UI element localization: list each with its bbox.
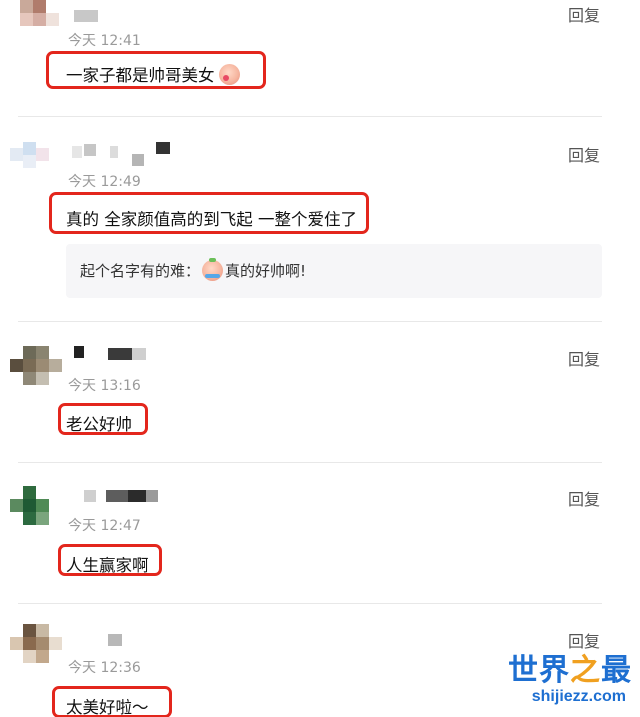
comment-text-content: 真的 全家颜值高的到飞起 一整个爱住了 bbox=[66, 210, 357, 229]
divider bbox=[18, 603, 602, 604]
divider bbox=[18, 321, 602, 322]
watermark-title-c: 最 bbox=[601, 654, 632, 687]
comment-text-content: 太美好啦～ bbox=[66, 698, 149, 717]
sub-reply[interactable]: 起个名字有的难： 真的好帅啊! bbox=[66, 244, 602, 298]
avatar[interactable] bbox=[10, 346, 62, 388]
watermark-title-b: 之 bbox=[570, 654, 601, 687]
blush-face-emoji-icon bbox=[218, 63, 240, 85]
sub-reply-prefix: 起个名字有的难： bbox=[80, 262, 201, 280]
username[interactable] bbox=[72, 484, 182, 504]
comment-text: 一家子都是帅哥美女 bbox=[66, 62, 242, 86]
username[interactable] bbox=[72, 628, 182, 648]
avatar[interactable] bbox=[10, 0, 62, 42]
avatar[interactable] bbox=[10, 624, 62, 666]
comment-text: 老公好帅 bbox=[66, 411, 132, 435]
watermark-title: 世界之最 bbox=[508, 654, 632, 688]
sub-reply-text: 起个名字有的难： 真的好帅啊! bbox=[80, 258, 307, 281]
reply-button[interactable]: 回复 bbox=[568, 2, 600, 26]
avatar[interactable] bbox=[10, 486, 62, 528]
sub-reply-suffix: 真的好帅啊! bbox=[225, 262, 307, 280]
comment-time: 今天 12:49 bbox=[68, 174, 141, 190]
comment-time: 今天 13:16 bbox=[68, 378, 141, 394]
reply-button[interactable]: 回复 bbox=[568, 142, 600, 166]
reply-button[interactable]: 回复 bbox=[568, 486, 600, 510]
divider bbox=[18, 116, 602, 117]
comment-text-content: 一家子都是帅哥美女 bbox=[66, 66, 215, 85]
reply-button[interactable]: 回复 bbox=[568, 346, 600, 370]
comment-text: 太美好啦～ bbox=[66, 694, 149, 717]
avatar[interactable] bbox=[10, 142, 62, 184]
comment-time: 今天 12:41 bbox=[68, 33, 141, 49]
comment-time: 今天 12:47 bbox=[68, 518, 141, 534]
watermark-logo: 世界之最 shijiezz.com bbox=[508, 654, 632, 706]
watermark-url: shijiezz.com bbox=[531, 688, 626, 705]
comment-text-content: 人生赢家啊 bbox=[66, 556, 149, 575]
username[interactable] bbox=[72, 8, 182, 28]
divider bbox=[18, 462, 602, 463]
comment-text: 真的 全家颜值高的到飞起 一整个爱住了 bbox=[66, 206, 357, 230]
comment-time: 今天 12:36 bbox=[68, 660, 141, 676]
comment-text-content: 老公好帅 bbox=[66, 415, 132, 434]
username[interactable] bbox=[72, 140, 182, 166]
crying-face-emoji-icon bbox=[202, 258, 224, 281]
username[interactable] bbox=[72, 344, 182, 364]
reply-button[interactable]: 回复 bbox=[568, 628, 600, 652]
comment-text: 人生赢家啊 bbox=[66, 552, 149, 576]
watermark-title-a: 世界 bbox=[508, 654, 570, 687]
